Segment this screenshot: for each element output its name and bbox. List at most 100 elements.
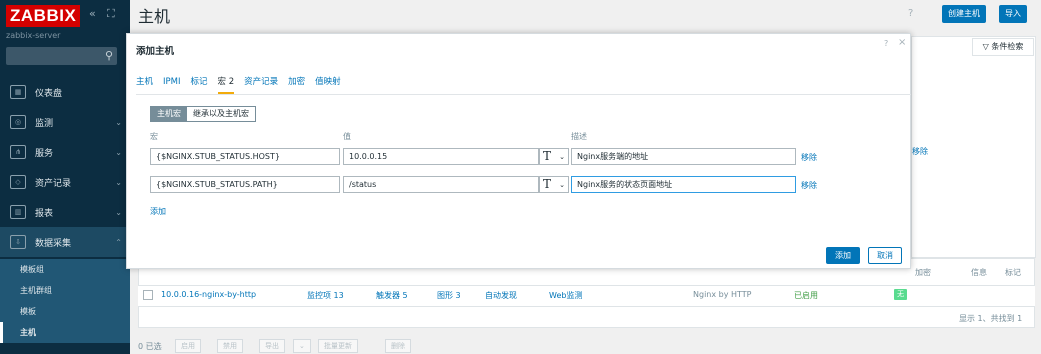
submenu-data-collection: 模板组 主机群组 模板 主机: [0, 259, 130, 343]
menu-reports[interactable]: ▥ 报表 ⌄: [0, 197, 130, 227]
data-collection-icon: ⇩: [10, 235, 26, 249]
column-info: 信息: [971, 268, 987, 277]
remove-macro-link[interactable]: 移除: [801, 152, 817, 163]
tab-value-mapping[interactable]: 值映射: [315, 75, 341, 94]
collapse-sidebar-icon[interactable]: «: [89, 7, 96, 20]
export-dropdown-icon[interactable]: ⌄: [293, 339, 311, 353]
add-button[interactable]: 添加: [826, 247, 860, 264]
add-host-dialog: 添加主机 ? × 主机 IPMI 标记 宏 2 资产记录 加密 值映射 主机 宏 …: [126, 33, 911, 269]
macro-description-input[interactable]: Nginx服务的状态页面地址: [571, 176, 796, 193]
tab-encryption[interactable]: 加密: [288, 75, 305, 94]
chevron-down-icon: ⌄: [115, 207, 122, 217]
chevron-down-icon: ⌄: [115, 117, 122, 127]
remove-macro-link[interactable]: 移除: [801, 180, 817, 191]
macro-input[interactable]: {$NGINX.STUB_STATUS.HOST}: [150, 148, 340, 165]
value-type-selector[interactable]: T ⌄: [539, 176, 569, 193]
zabbix-logo[interactable]: ZABBIX: [6, 5, 81, 27]
encryption-badge: 无: [894, 289, 907, 300]
column-macro: 宏: [150, 132, 158, 141]
action-bar: 0 已选 启用 禁用 导出 ⌄ 批量更新 删除: [130, 335, 1041, 354]
column-description: 描述: [571, 132, 587, 141]
chevron-down-icon: ⌄: [559, 153, 565, 161]
create-host-button[interactable]: 创建主机: [942, 5, 986, 23]
macro-description-input[interactable]: Nginx服务端的地址: [571, 148, 796, 165]
submenu-item-host-groups[interactable]: 主机群组: [0, 280, 130, 301]
dialog-title: 添加主机: [136, 46, 175, 57]
tab-tags[interactable]: 标记: [191, 75, 208, 94]
chevron-down-icon: ⌄: [115, 177, 122, 187]
menu-label: 报表: [35, 208, 54, 219]
tab-inventory[interactable]: 资产记录: [244, 75, 278, 94]
chevron-up-icon: ⌃: [115, 237, 122, 247]
delete-button[interactable]: 删除: [385, 339, 411, 353]
triggers-link[interactable]: 触发器 5: [376, 290, 408, 301]
tab-host[interactable]: 主机: [136, 75, 153, 94]
items-link[interactable]: 监控项 13: [307, 290, 344, 301]
macro-value-input[interactable]: 10.0.0.15: [343, 148, 539, 165]
filter-tab-label: 条件检索: [991, 42, 1024, 51]
value-type-selector[interactable]: T ⌄: [539, 148, 569, 165]
host-macros-option[interactable]: 主机宏: [151, 107, 187, 121]
text-type-icon: T: [543, 177, 552, 191]
add-macro-link[interactable]: 添加: [150, 206, 166, 217]
tab-ipmi[interactable]: IPMI: [163, 75, 180, 94]
menu-data-collection[interactable]: ⇩ 数据采集 ⌃: [0, 227, 130, 257]
server-name: zabbix-server: [6, 31, 61, 40]
chevron-down-icon: ⌄: [115, 147, 122, 157]
table-footer: 显示 1、共找到 1: [138, 306, 1035, 328]
row-checkbox[interactable]: [143, 290, 153, 300]
dialog-tabs: 主机 IPMI 标记 宏 2 资产记录 加密 值映射: [136, 75, 351, 94]
status-link[interactable]: 已启用: [794, 290, 818, 301]
disable-button[interactable]: 禁用: [217, 339, 243, 353]
help-icon[interactable]: ?: [908, 8, 913, 19]
menu-inventory[interactable]: ◇ 资产记录 ⌄: [0, 167, 130, 197]
menu-label: 监测: [35, 118, 54, 129]
macro-input[interactable]: {$NGINX.STUB_STATUS.PATH}: [150, 176, 340, 193]
sidebar-search-input[interactable]: ⚲: [6, 47, 117, 65]
page-title: 主机: [138, 7, 171, 26]
results-summary: 显示 1、共找到 1: [959, 314, 1023, 323]
column-encryption[interactable]: 加密: [915, 267, 931, 278]
template-link[interactable]: Nginx by HTTP: [693, 290, 751, 299]
sidebar: ZABBIX « ⛶ zabbix-server ⚲ ▦ 仪表盘 ◎ 监测 ⌄ …: [0, 0, 130, 354]
export-button[interactable]: 导出: [259, 339, 285, 353]
column-tags: 标记: [1005, 268, 1021, 277]
reports-icon: ▥: [10, 205, 26, 219]
menu-monitoring[interactable]: ◎ 监测 ⌄: [0, 107, 130, 137]
table-row: 10.0.0.16-nginx-by-http 监控项 13 触发器 5 图形 …: [138, 286, 1035, 306]
import-button[interactable]: 导入: [999, 5, 1027, 23]
mass-update-button[interactable]: 批量更新: [318, 339, 358, 353]
submenu-item-templates[interactable]: 模板: [0, 301, 130, 322]
discovery-link[interactable]: 自动发现: [485, 290, 517, 301]
background-panel: [911, 36, 1036, 258]
selected-count: 0 已选: [138, 342, 162, 351]
search-icon[interactable]: ⚲: [105, 49, 113, 62]
menu-label: 资产记录: [35, 178, 72, 189]
menu-services[interactable]: ⋔ 服务 ⌄: [0, 137, 130, 167]
menu-label: 数据采集: [35, 238, 72, 249]
menu-label: 服务: [35, 148, 54, 159]
filter-tab[interactable]: ▽ 条件检索: [972, 38, 1034, 56]
graphs-link[interactable]: 图形 3: [437, 290, 461, 301]
close-icon[interactable]: ×: [898, 37, 906, 48]
submenu-item-hosts[interactable]: 主机: [0, 322, 130, 343]
inventory-icon: ◇: [10, 175, 26, 189]
tab-macros[interactable]: 宏 2: [217, 75, 235, 94]
cancel-button[interactable]: 取消: [868, 247, 902, 264]
background-remove-link[interactable]: 移除: [912, 146, 928, 157]
host-name-link[interactable]: 10.0.0.16-nginx-by-http: [161, 290, 256, 299]
dashboard-icon: ▦: [10, 85, 26, 99]
menu-dashboard[interactable]: ▦ 仪表盘: [0, 77, 130, 107]
web-link[interactable]: Web监测: [549, 290, 582, 301]
kiosk-mode-icon[interactable]: ⛶: [107, 7, 115, 21]
macro-value-input[interactable]: /status: [343, 176, 539, 193]
dialog-help-icon[interactable]: ?: [884, 39, 888, 48]
chevron-down-icon: ⌄: [559, 181, 565, 189]
services-icon: ⋔: [10, 145, 26, 159]
tab-divider: [136, 94, 911, 95]
submenu-item-template-groups[interactable]: 模板组: [0, 259, 130, 280]
inherited-macros-option[interactable]: 继承以及主机宏: [187, 107, 255, 121]
enable-button[interactable]: 启用: [175, 339, 201, 353]
text-type-icon: T: [543, 149, 552, 163]
monitoring-icon: ◎: [10, 115, 26, 129]
